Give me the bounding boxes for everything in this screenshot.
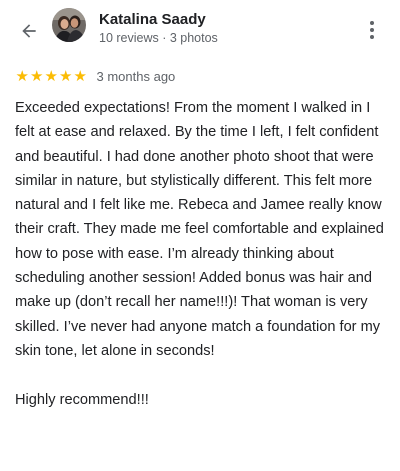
more-options-button[interactable]: [362, 17, 382, 43]
review-date: 3 months ago: [96, 68, 176, 84]
star-icon: ★: [44, 67, 58, 85]
reviewer-name[interactable]: Katalina Saady: [99, 11, 206, 28]
more-vertical-icon: [370, 21, 374, 39]
avatar-photo: [52, 8, 86, 42]
back-button[interactable]: [16, 18, 42, 44]
rating-row: ★ ★ ★ ★ ★ 3 months ago: [15, 66, 176, 86]
star-icon: ★: [73, 67, 87, 85]
star-icon: ★: [59, 67, 73, 85]
review-header: Katalina Saady 10 reviews · 3 photos: [0, 0, 400, 60]
reviewer-avatar[interactable]: [52, 8, 86, 42]
star-icon: ★: [15, 67, 29, 85]
star-rating: ★ ★ ★ ★ ★: [15, 69, 88, 84]
review-text: Exceeded expectations! From the moment I…: [15, 100, 384, 408]
reviewer-stats: 10 reviews · 3 photos: [99, 31, 218, 45]
star-icon: ★: [30, 67, 44, 85]
arrow-left-icon: [22, 24, 36, 38]
